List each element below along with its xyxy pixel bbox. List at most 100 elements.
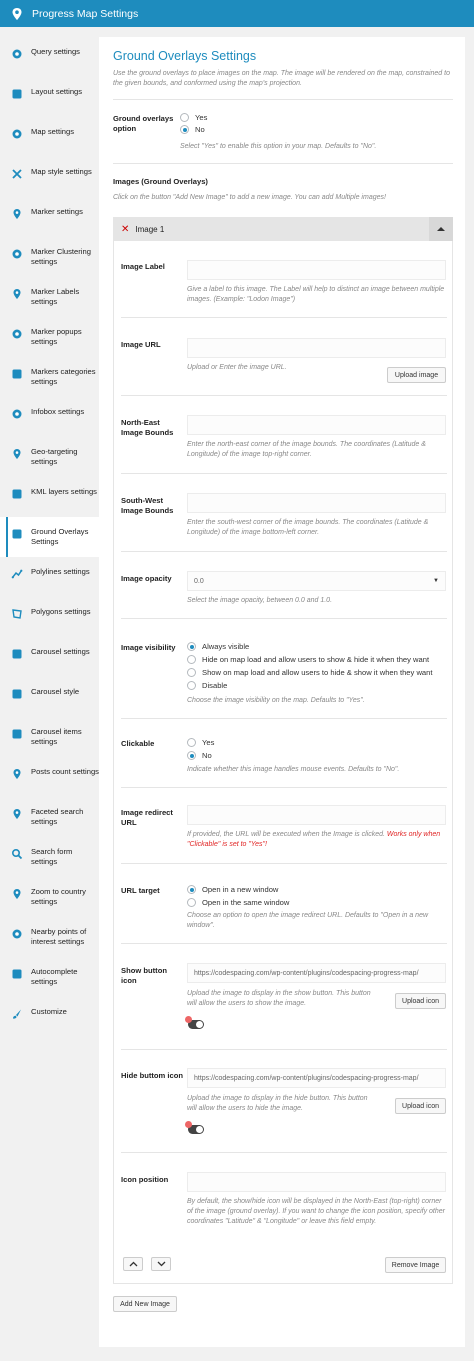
images-section-label: Images (Ground Overlays) <box>113 177 208 186</box>
ne-bounds-label: North-East Image Bounds <box>121 418 174 437</box>
sidebar-item-layers[interactable]: KML layers settings <box>0 477 99 517</box>
image-accordion-header[interactable]: ✕ Image 1 <box>113 217 453 241</box>
sidebar-item-label: Marker Labels settings <box>31 287 80 306</box>
sidebar-item-label: Carousel settings <box>31 647 90 656</box>
sidebar-item-infobox[interactable]: Infobox settings <box>0 397 99 437</box>
posts-count-icon <box>13 769 21 779</box>
search-icon <box>11 848 23 860</box>
remove-image-button[interactable]: Remove Image <box>385 1257 446 1273</box>
radio-button[interactable] <box>187 668 196 677</box>
ground-overlays-no-radio[interactable]: No <box>180 123 205 136</box>
divider <box>121 718 447 719</box>
url-target-same-window-radio[interactable]: Open in the same window <box>187 896 289 909</box>
layers-icon <box>12 489 22 499</box>
cluster-icon <box>12 249 22 259</box>
sidebar-item-carousel[interactable]: Carousel settings <box>0 637 99 677</box>
radio-button[interactable] <box>187 898 196 907</box>
icon-position-label: Icon position <box>121 1175 169 1184</box>
sidebar-item-cluster[interactable]: Marker Clustering settings <box>0 237 99 277</box>
sidebar-item-label: Query settings <box>31 47 80 56</box>
close-icon[interactable]: ✕ <box>121 224 129 235</box>
visibility-show-on-load-radio[interactable]: Show on map load and allow users to hide… <box>187 666 432 679</box>
sidebar-item-map-gear[interactable]: Map settings <box>0 117 99 157</box>
sidebar-item-carousel-style[interactable]: Carousel style <box>0 677 99 717</box>
radio-button[interactable] <box>187 681 196 690</box>
image-label-label: Image Label <box>121 262 165 271</box>
sidebar-item-label: Map style settings <box>31 167 92 176</box>
image-accordion-title: Image 1 <box>135 224 165 234</box>
ne-bounds-desc: Enter the north-east corner of the image… <box>187 441 426 458</box>
clickable-yes-radio[interactable]: Yes <box>187 736 214 749</box>
sidebar-item-marker-label[interactable]: Marker Labels settings <box>0 277 99 317</box>
radio-button[interactable] <box>187 738 196 747</box>
move-down-button[interactable] <box>151 1257 171 1271</box>
sidebar-item-categories[interactable]: Markers categories settings <box>0 357 99 397</box>
divider <box>121 1049 447 1050</box>
layout-icon <box>12 89 22 99</box>
divider <box>121 551 447 552</box>
image-label-input[interactable] <box>187 260 446 280</box>
add-new-image-button[interactable]: Add New Image <box>113 1296 177 1312</box>
page-title: Ground Overlays Settings <box>113 49 257 63</box>
autocomplete-icon <box>12 969 22 979</box>
hide-button-icon-input[interactable]: https://codespacing.com/wp-content/plugi… <box>187 1068 446 1088</box>
sidebar-item-label: KML layers settings <box>31 487 97 496</box>
sidebar-item-carousel-items[interactable]: Carousel items settings <box>0 717 99 757</box>
sidebar-item-brush[interactable]: Customize <box>0 997 99 1037</box>
sidebar-item-search[interactable]: Search form settings <box>0 837 99 877</box>
url-target-desc: Choose an option to open the image redir… <box>187 912 429 929</box>
nearby-icon <box>12 929 22 939</box>
sidebar-item-geo-target[interactable]: Geo-targeting settings <box>0 437 99 477</box>
sidebar-item-polygon[interactable]: Polygons settings <box>0 597 99 637</box>
app-title: Progress Map Settings <box>32 7 139 20</box>
sidebar-item-marker[interactable]: Marker settings <box>0 197 99 237</box>
sidebar-item-overlay[interactable]: Ground Overlays Settings <box>0 517 99 557</box>
map-gear-icon <box>12 129 22 139</box>
icon-position-input[interactable] <box>187 1172 446 1192</box>
sidebar-item-layout[interactable]: Layout settings <box>0 77 99 117</box>
clickable-no-radio[interactable]: No <box>187 749 212 762</box>
sidebar-item-autocomplete[interactable]: Autocomplete settings <box>0 957 99 997</box>
redirect-url-input[interactable] <box>187 805 446 825</box>
geo-target-icon <box>13 449 21 459</box>
sw-bounds-input[interactable] <box>187 493 446 513</box>
sidebar-item-label: Polylines settings <box>31 567 90 576</box>
sidebar-item-gear[interactable]: Query settings <box>0 37 99 77</box>
intro-text: Use the ground overlays to place images … <box>113 70 450 87</box>
url-target-new-window-radio[interactable]: Open in a new window <box>187 883 278 896</box>
sidebar-item-label: Infobox settings <box>31 407 85 416</box>
show-button-icon-input[interactable]: https://codespacing.com/wp-content/plugi… <box>187 963 446 983</box>
upload-image-button[interactable]: Upload image <box>387 367 446 383</box>
sidebar-item-popup[interactable]: Marker popups settings <box>0 317 99 357</box>
polyline-icon <box>11 569 23 579</box>
image-url-desc: Upload or Enter the image URL. <box>187 364 287 371</box>
radio-button[interactable] <box>180 113 189 122</box>
radio-button-selected[interactable] <box>187 642 196 651</box>
main-panel: Ground Overlays Settings Use the ground … <box>99 37 465 1347</box>
sidebar-item-zoom-country[interactable]: Zoom to country settings <box>0 877 99 917</box>
faceted-search-icon <box>13 809 21 819</box>
radio-button[interactable] <box>187 655 196 664</box>
image-url-input[interactable] <box>187 338 446 358</box>
collapse-toggle-button[interactable] <box>429 217 453 241</box>
ne-bounds-input[interactable] <box>187 415 446 435</box>
radio-button-selected[interactable] <box>180 125 189 134</box>
visibility-disable-radio[interactable]: Disable <box>187 679 227 692</box>
sidebar-item-polyline[interactable]: Polylines settings <box>0 557 99 597</box>
sidebar-item-paint[interactable]: Map style settings <box>0 157 99 197</box>
image-visibility-label: Image visibility <box>121 643 176 652</box>
radio-button-selected[interactable] <box>187 751 196 760</box>
sidebar-item-faceted-search[interactable]: Faceted search settings <box>0 797 99 837</box>
upload-show-icon-button[interactable]: Upload icon <box>395 993 446 1009</box>
sidebar-item-nearby[interactable]: Nearby points of interest settings <box>0 917 99 957</box>
show-button-icon-label: Show button icon <box>121 966 167 985</box>
upload-hide-icon-button[interactable]: Upload icon <box>395 1098 446 1114</box>
visibility-hide-on-load-radio[interactable]: Hide on map load and allow users to show… <box>187 653 429 666</box>
image-opacity-select[interactable]: 0.0 ▼ <box>187 571 446 591</box>
move-up-button[interactable] <box>123 1257 143 1271</box>
radio-button-selected[interactable] <box>187 885 196 894</box>
sidebar-item-posts-count[interactable]: Posts count settings <box>0 757 99 797</box>
infobox-icon <box>12 409 22 419</box>
sidebar-item-label: Ground Overlays Settings <box>31 527 89 546</box>
visibility-always-radio[interactable]: Always visible <box>187 640 249 653</box>
